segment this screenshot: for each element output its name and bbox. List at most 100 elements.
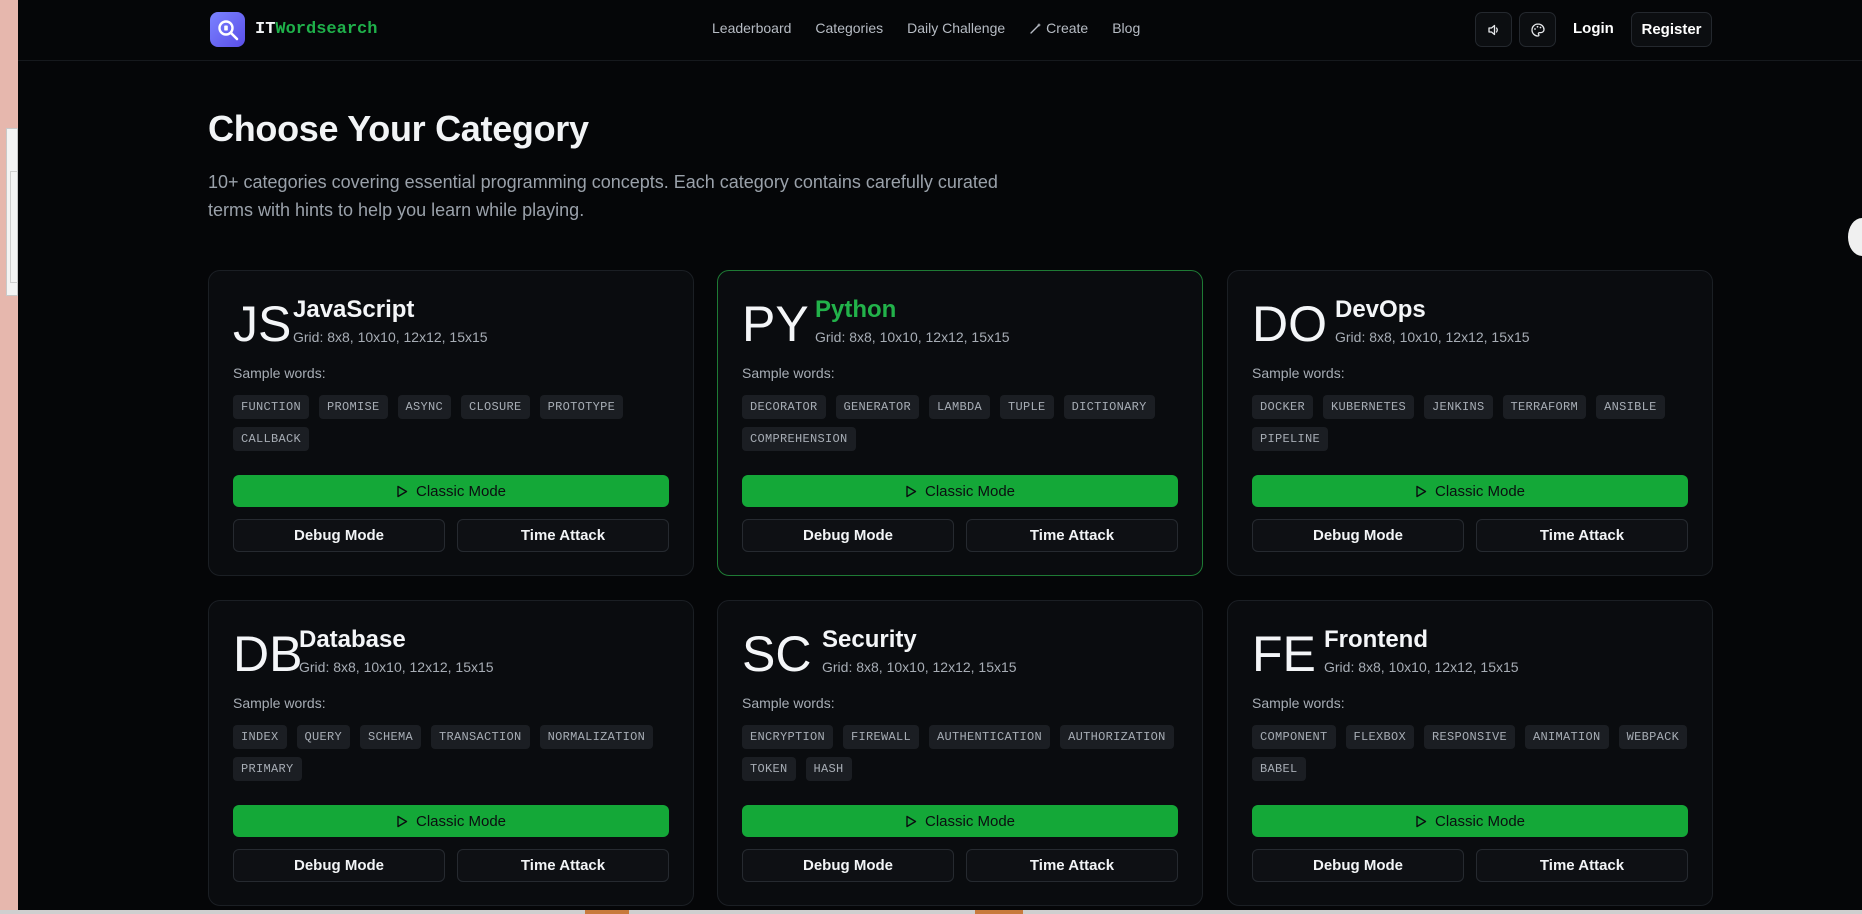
category-card-frontend: FE Frontend Grid: 8x8, 10x10, 12x12, 15x… — [1227, 600, 1713, 906]
magic-wand-icon — [1030, 22, 1042, 34]
debug-mode-button[interactable]: Debug Mode — [742, 849, 954, 882]
category-card-javascript: JS JavaScript Grid: 8x8, 10x10, 12x12, 1… — [208, 270, 694, 576]
time-attack-button[interactable]: Time Attack — [457, 519, 669, 552]
sample-word-tag: TOKEN — [742, 757, 796, 781]
category-grid-sizes: Grid: 8x8, 10x10, 12x12, 15x15 — [299, 659, 494, 675]
sample-words-label: Sample words: — [742, 365, 835, 381]
classic-mode-button[interactable]: Classic Mode — [1252, 475, 1688, 507]
category-grid-sizes: Grid: 8x8, 10x10, 12x12, 15x15 — [293, 329, 488, 345]
category-grid-sizes: Grid: 8x8, 10x10, 12x12, 15x15 — [1335, 329, 1530, 345]
category-card-database: DB Database Grid: 8x8, 10x10, 12x12, 15x… — [208, 600, 694, 906]
sample-word-tag: INDEX — [233, 725, 287, 749]
sample-words-list: FUNCTION PROMISE ASYNC CLOSURE PROTOTYPE… — [233, 395, 673, 451]
sample-word-tag: NORMALIZATION — [539, 725, 654, 749]
sample-words-list: DECORATOR GENERATOR LAMBDA TUPLE DICTION… — [742, 395, 1182, 451]
time-attack-button[interactable]: Time Attack — [1476, 519, 1688, 552]
time-attack-button[interactable]: Time Attack — [966, 849, 1178, 882]
speaker-icon — [1487, 24, 1498, 35]
nav-categories[interactable]: Categories — [815, 20, 883, 36]
register-button[interactable]: Register — [1631, 12, 1712, 47]
classic-mode-button[interactable]: Classic Mode — [233, 475, 669, 507]
category-grid-sizes: Grid: 8x8, 10x10, 12x12, 15x15 — [1324, 659, 1519, 675]
play-icon — [906, 485, 917, 497]
page-viewport: ITWordsearch Leaderboard Categories Dail… — [18, 0, 1862, 914]
sample-words-list: DOCKER KUBERNETES JENKINS TERRAFORM ANSI… — [1252, 395, 1692, 451]
nav-create[interactable]: Create — [1029, 20, 1088, 36]
play-icon — [1416, 485, 1427, 497]
classic-mode-button[interactable]: Classic Mode — [233, 805, 669, 837]
page-title: Choose Your Category — [208, 108, 589, 149]
debug-mode-button[interactable]: Debug Mode — [742, 519, 954, 552]
category-abbr: PY — [742, 296, 809, 352]
sample-word-tag: RESPONSIVE — [1424, 725, 1516, 749]
sample-word-tag: HASH — [805, 757, 852, 781]
play-icon — [906, 815, 917, 827]
debug-mode-button[interactable]: Debug Mode — [233, 519, 445, 552]
classic-mode-label: Classic Mode — [924, 482, 1016, 500]
sample-words-label: Sample words: — [233, 365, 326, 381]
category-name: Frontend — [1324, 626, 1428, 653]
sample-word-tag: PROMISE — [319, 395, 388, 419]
debug-mode-button[interactable]: Debug Mode — [1252, 849, 1464, 882]
play-icon — [397, 485, 408, 497]
sample-word-tag: AUTHENTICATION — [929, 725, 1051, 749]
nav-daily-challenge[interactable]: Daily Challenge — [907, 20, 1005, 36]
taskbar-edge — [0, 910, 1862, 914]
sample-words-list: ENCRYPTION FIREWALL AUTHENTICATION AUTHO… — [742, 725, 1182, 781]
classic-mode-label: Classic Mode — [1434, 482, 1526, 500]
time-attack-button[interactable]: Time Attack — [966, 519, 1178, 552]
sample-word-tag: WEBPACK — [1618, 725, 1688, 749]
magnifier-logo-icon — [210, 12, 245, 47]
brand-logo-link[interactable]: ITWordsearch — [210, 12, 377, 47]
classic-mode-button[interactable]: Classic Mode — [1252, 805, 1688, 837]
category-abbr: DO — [1252, 296, 1327, 352]
sample-word-tag: PRIMARY — [233, 757, 302, 781]
classic-mode-label: Classic Mode — [415, 812, 507, 830]
category-name: Database — [299, 626, 406, 653]
login-link[interactable]: Login — [1573, 20, 1614, 37]
sample-words-label: Sample words: — [1252, 695, 1345, 711]
page-subtitle: 10+ categories covering essential progra… — [208, 172, 998, 220]
floating-widget-edge[interactable] — [1848, 218, 1862, 256]
nav-leaderboard[interactable]: Leaderboard — [712, 20, 791, 36]
play-icon — [1416, 815, 1427, 827]
time-attack-button[interactable]: Time Attack — [1476, 849, 1688, 882]
taskbar-item[interactable] — [585, 910, 629, 914]
category-abbr: JS — [233, 296, 292, 352]
adjacent-window-fragment — [6, 128, 19, 296]
sample-word-tag: TERRAFORM — [1502, 395, 1587, 419]
sound-toggle-button[interactable] — [1475, 12, 1512, 47]
sample-word-tag: COMPONENT — [1252, 725, 1336, 749]
category-grid-sizes: Grid: 8x8, 10x10, 12x12, 15x15 — [822, 659, 1017, 675]
theme-palette-button[interactable] — [1519, 12, 1556, 47]
sample-word-tag: GENERATOR — [835, 395, 920, 419]
sample-words-label: Sample words: — [742, 695, 835, 711]
play-icon — [397, 815, 408, 827]
sample-word-tag: PROTOTYPE — [539, 395, 624, 419]
classic-mode-button[interactable]: Classic Mode — [742, 805, 1178, 837]
category-name: Security — [822, 626, 917, 653]
nav-blog[interactable]: Blog — [1112, 20, 1140, 36]
category-abbr: FE — [1252, 626, 1316, 682]
debug-mode-button[interactable]: Debug Mode — [233, 849, 445, 882]
debug-mode-button[interactable]: Debug Mode — [1252, 519, 1464, 552]
classic-mode-button[interactable]: Classic Mode — [742, 475, 1178, 507]
category-name: JavaScript — [293, 296, 415, 323]
classic-mode-label: Classic Mode — [924, 812, 1016, 830]
top-navbar: ITWordsearch Leaderboard Categories Dail… — [18, 0, 1862, 61]
sample-word-tag: COMPREHENSION — [742, 427, 856, 451]
sample-word-tag: JENKINS — [1424, 395, 1493, 419]
sample-word-tag: PIPELINE — [1252, 427, 1329, 451]
sample-word-tag: FIREWALL — [843, 725, 920, 749]
time-attack-button[interactable]: Time Attack — [457, 849, 669, 882]
sample-word-tag: SCHEMA — [360, 725, 422, 749]
sample-word-tag: ENCRYPTION — [742, 725, 834, 749]
sample-word-tag: AUTHORIZATION — [1060, 725, 1174, 749]
sample-words-label: Sample words: — [1252, 365, 1345, 381]
category-card-python: PY Python Grid: 8x8, 10x10, 12x12, 15x15… — [717, 270, 1203, 576]
taskbar-item[interactable] — [975, 910, 1023, 914]
category-abbr: SC — [742, 626, 812, 682]
sample-word-tag: ANIMATION — [1525, 725, 1609, 749]
category-name: Python — [815, 296, 897, 323]
category-abbr: DB — [233, 626, 303, 682]
